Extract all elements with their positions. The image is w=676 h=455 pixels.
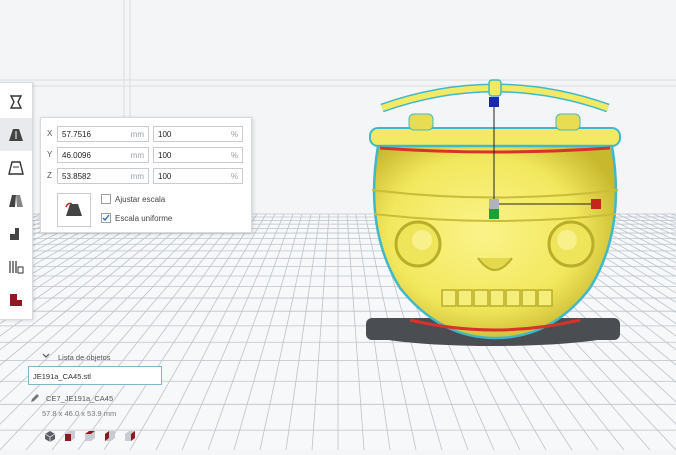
pencil-icon[interactable] [30, 393, 40, 403]
front-view-icon[interactable] [64, 430, 76, 442]
top-view-icon[interactable] [84, 430, 96, 442]
seam-painting-button[interactable] [0, 283, 32, 316]
job-name[interactable]: CE7_JE191a_CA45 [46, 394, 113, 403]
y-scale-handle[interactable] [489, 209, 499, 219]
mirror-tool-icon [9, 194, 23, 207]
x-row: X 57.7516 mm 100 % [41, 126, 251, 144]
view-buttons [44, 430, 174, 444]
y-percent-input[interactable]: 100 % [153, 147, 243, 163]
per-model-settings-icon [10, 227, 19, 240]
left-view-icon[interactable] [104, 430, 116, 442]
lay-flat-button[interactable] [57, 193, 91, 227]
scale-tool-button[interactable] [0, 118, 32, 151]
z-percent-input[interactable]: 100 % [153, 168, 243, 184]
x-size-input[interactable]: 57.7516 mm [57, 126, 149, 142]
x-axis-label: X [47, 129, 53, 138]
left-toolbar [0, 82, 33, 320]
mirror-tool-button[interactable] [0, 184, 32, 217]
move-tool-icon [9, 94, 23, 109]
rotate-tool-button[interactable] [0, 151, 32, 184]
lay-flat-icon [65, 202, 82, 216]
seam-painting-icon [10, 293, 22, 306]
3d-view-icon[interactable] [44, 430, 56, 442]
snap-scaling-label: Ajustar escala [115, 195, 166, 204]
per-model-settings-button[interactable] [0, 217, 32, 250]
file-name: JE191a_CA45.stl [33, 372, 91, 381]
z-scale-handle[interactable] [489, 97, 499, 107]
uniform-scale-handle[interactable] [489, 199, 499, 209]
chevron-down-icon[interactable] [42, 353, 50, 359]
rotate-tool-icon [8, 160, 24, 175]
uniform-scaling-label: Escala uniforme [115, 214, 173, 223]
move-tool-button[interactable] [0, 85, 32, 118]
scale-panel: X 57.7516 mm 100 % Y 46.0096 mm 100 % Z … [40, 117, 252, 233]
z-row: Z 53.8582 mm 100 % [41, 168, 251, 186]
y-row: Y 46.0096 mm 100 % [41, 147, 251, 165]
object-list-item[interactable]: JE191a_CA45.stl [28, 366, 162, 385]
y-axis-label: Y [47, 150, 53, 159]
model-dimensions: 57.8 x 46.0 x 53.9 mm [42, 409, 117, 418]
support-blocker-icon [9, 260, 24, 273]
x-percent-input[interactable]: 100 % [153, 126, 243, 142]
snap-scaling-checkbox[interactable] [101, 194, 111, 204]
checkmark-icon [102, 214, 110, 222]
z-size-input[interactable]: 53.8582 mm [57, 168, 149, 184]
object-list-header[interactable]: Lista de objetos [58, 353, 111, 362]
scale-tool-icon [9, 128, 23, 141]
z-axis-label: Z [47, 171, 52, 180]
x-scale-handle[interactable] [591, 199, 601, 209]
support-blocker-button[interactable] [0, 250, 32, 283]
uniform-scaling-checkbox[interactable] [101, 213, 111, 223]
y-size-input[interactable]: 46.0096 mm [57, 147, 149, 163]
right-view-icon[interactable] [124, 430, 136, 442]
